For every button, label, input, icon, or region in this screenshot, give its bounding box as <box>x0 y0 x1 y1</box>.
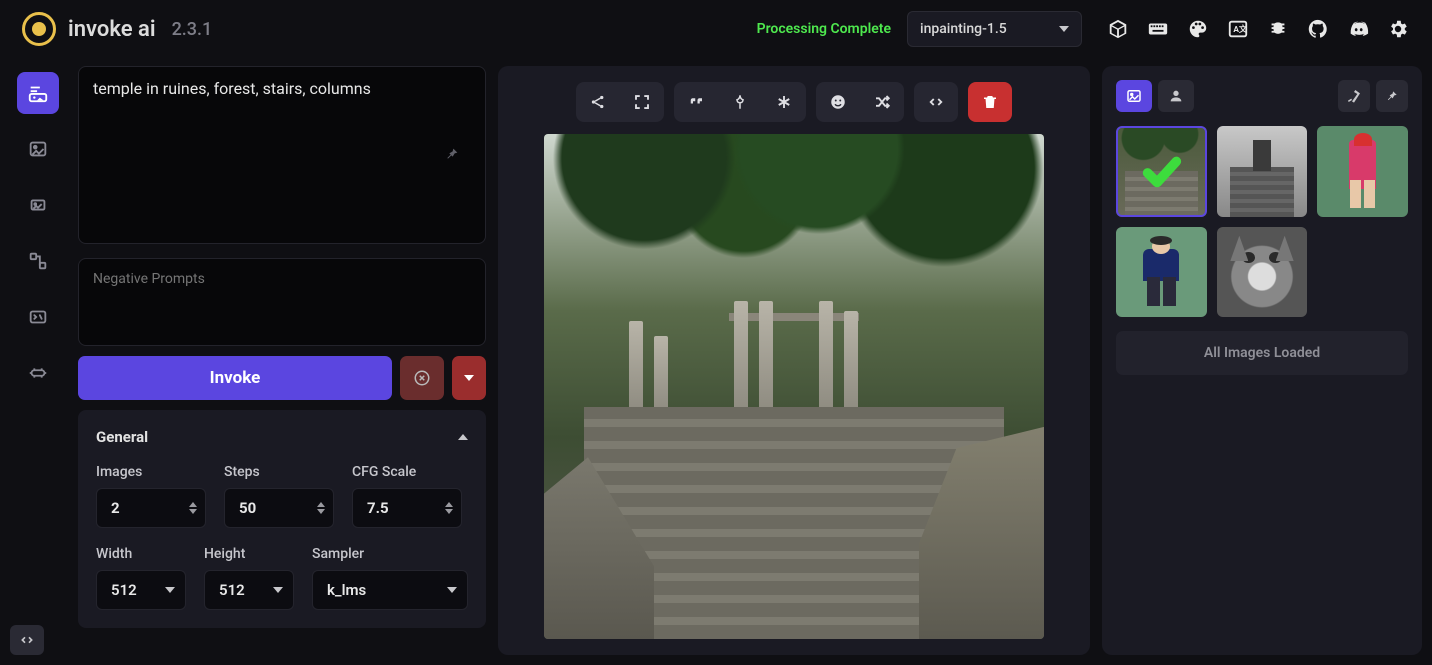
gallery-thumb[interactable] <box>1116 126 1207 217</box>
stepper-icon <box>317 502 325 514</box>
language-icon[interactable]: A文 <box>1226 17 1250 41</box>
viewer-toolbar <box>576 82 1012 122</box>
settings-icon[interactable] <box>1386 17 1410 41</box>
gallery-tab-images[interactable] <box>1116 80 1152 112</box>
image-preview[interactable] <box>544 134 1044 639</box>
gallery-thumb[interactable] <box>1217 126 1308 217</box>
console-toggle-button[interactable] <box>10 625 44 655</box>
svg-text:文: 文 <box>1239 24 1248 35</box>
quote-icon[interactable] <box>674 82 718 122</box>
model-select-value: inpainting-1.5 <box>920 21 1007 37</box>
gallery-thumb[interactable] <box>1317 126 1408 217</box>
invoke-dropdown-button[interactable] <box>452 356 486 400</box>
viewer-panel <box>498 66 1090 655</box>
keyboard-icon[interactable] <box>1146 17 1170 41</box>
width-select[interactable]: 512 <box>96 570 186 610</box>
general-title: General <box>96 428 148 446</box>
check-icon <box>1116 126 1207 217</box>
expand-icon[interactable] <box>620 82 664 122</box>
model-select[interactable]: inpainting-1.5 <box>907 11 1082 47</box>
sampler-select[interactable]: k_lms <box>312 570 468 610</box>
discord-icon[interactable] <box>1346 17 1370 41</box>
gallery-tab-user[interactable] <box>1158 80 1194 112</box>
cfg-label: CFG Scale <box>352 464 462 480</box>
nav-rail <box>10 66 66 655</box>
share-icon[interactable] <box>576 82 620 122</box>
gallery-pin-icon[interactable] <box>1376 80 1408 112</box>
width-label: Width <box>96 546 186 562</box>
cancel-button[interactable] <box>400 356 444 400</box>
rail-training[interactable] <box>17 352 59 394</box>
cube-icon[interactable] <box>1106 17 1130 41</box>
status-text: Processing Complete <box>757 21 891 37</box>
gallery-loaded-text: All Images Loaded <box>1116 331 1408 375</box>
seed-icon[interactable] <box>718 82 762 122</box>
negative-prompt-input[interactable] <box>78 258 486 346</box>
height-select[interactable]: 512 <box>204 570 294 610</box>
code-icon[interactable] <box>914 82 958 122</box>
gallery-panel: All Images Loaded <box>1102 66 1422 655</box>
chevron-down-icon <box>165 587 175 593</box>
gallery-thumb[interactable] <box>1217 227 1308 318</box>
images-input[interactable]: 2 <box>96 488 206 528</box>
rail-text-to-image[interactable] <box>17 72 59 114</box>
bug-icon[interactable] <box>1266 17 1290 41</box>
github-icon[interactable] <box>1306 17 1330 41</box>
gallery-thumb[interactable] <box>1116 227 1207 318</box>
gallery-settings-icon[interactable] <box>1338 80 1370 112</box>
stepper-icon <box>189 502 197 514</box>
general-accordion: General Images 2 Steps 50 <box>78 410 486 628</box>
general-header[interactable]: General <box>78 418 486 458</box>
app-logo: invoke ai 2.3.1 <box>22 12 212 46</box>
version-text: 2.3.1 <box>172 19 213 40</box>
asterisk-icon[interactable] <box>762 82 806 122</box>
prompt-input[interactable] <box>78 66 486 244</box>
chevron-down-icon <box>447 587 457 593</box>
face-icon[interactable] <box>816 82 860 122</box>
invoke-button[interactable]: Invoke <box>78 356 392 400</box>
delete-button[interactable] <box>968 82 1012 122</box>
rail-image-to-image[interactable] <box>17 128 59 170</box>
chevron-down-icon <box>1059 26 1069 32</box>
shuffle-icon[interactable] <box>860 82 904 122</box>
chevron-down-icon <box>273 587 283 593</box>
cfg-input[interactable]: 7.5 <box>352 488 462 528</box>
chevron-up-icon <box>458 434 468 440</box>
sampler-label: Sampler <box>312 546 468 562</box>
steps-label: Steps <box>224 464 334 480</box>
rail-postprocess[interactable] <box>17 296 59 338</box>
rail-unified-canvas[interactable] <box>17 184 59 226</box>
brand-text: invoke ai <box>68 17 156 42</box>
steps-input[interactable]: 50 <box>224 488 334 528</box>
images-label: Images <box>96 464 206 480</box>
stepper-icon <box>445 502 453 514</box>
rail-nodes[interactable] <box>17 240 59 282</box>
pin-icon[interactable] <box>444 146 460 166</box>
palette-icon[interactable] <box>1186 17 1210 41</box>
height-label: Height <box>204 546 294 562</box>
